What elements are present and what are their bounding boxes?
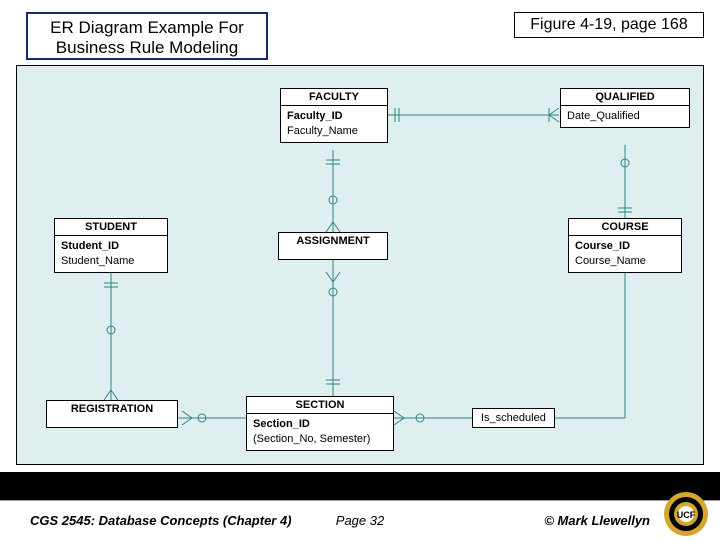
entity-faculty: FACULTY Faculty_ID Faculty_Name <box>280 88 388 143</box>
entity-assignment: ASSIGNMENT <box>278 232 388 260</box>
entity-qualified: QUALIFIED Date_Qualified <box>560 88 690 128</box>
footer-center: Page 32 <box>336 513 384 528</box>
relationship-is-scheduled: Is_scheduled <box>472 408 555 428</box>
footer-left: CGS 2545: Database Concepts (Chapter 4) <box>30 513 292 528</box>
entity-course: COURSE Course_ID Course_Name <box>568 218 682 273</box>
course-attr: Course_Name <box>575 254 675 269</box>
title-box: ER Diagram Example For Business Rule Mod… <box>26 12 268 60</box>
section-pk: Section_ID <box>253 417 387 432</box>
ucf-logo-icon: UCF <box>662 490 710 538</box>
entity-registration: REGISTRATION <box>46 400 178 428</box>
figure-ref-box: Figure 4-19, page 168 <box>514 12 704 38</box>
svg-text:UCF: UCF <box>677 510 696 520</box>
faculty-pk: Faculty_ID <box>287 109 381 124</box>
entity-section: SECTION Section_ID (Section_No, Semester… <box>246 396 394 451</box>
entity-registration-title: REGISTRATION <box>47 401 177 417</box>
accent-bar <box>0 472 720 500</box>
entity-section-title: SECTION <box>247 397 393 414</box>
title-line2: Business Rule Modeling <box>28 38 266 58</box>
entity-qualified-title: QUALIFIED <box>561 89 689 106</box>
student-attr: Student_Name <box>61 254 161 269</box>
entity-assignment-title: ASSIGNMENT <box>279 233 387 249</box>
entity-course-title: COURSE <box>569 219 681 236</box>
entity-faculty-title: FACULTY <box>281 89 387 106</box>
footer-right: © Mark Llewellyn <box>544 513 650 528</box>
entity-student: STUDENT Student_ID Student_Name <box>54 218 168 273</box>
qualified-attr: Date_Qualified <box>567 109 683 124</box>
student-pk: Student_ID <box>61 239 161 254</box>
footer-bar: CGS 2545: Database Concepts (Chapter 4) … <box>0 500 720 540</box>
faculty-attr: Faculty_Name <box>287 124 381 139</box>
title-line1: ER Diagram Example For <box>28 18 266 38</box>
section-attr: (Section_No, Semester) <box>253 432 387 447</box>
entity-student-title: STUDENT <box>55 219 167 236</box>
course-pk: Course_ID <box>575 239 675 254</box>
